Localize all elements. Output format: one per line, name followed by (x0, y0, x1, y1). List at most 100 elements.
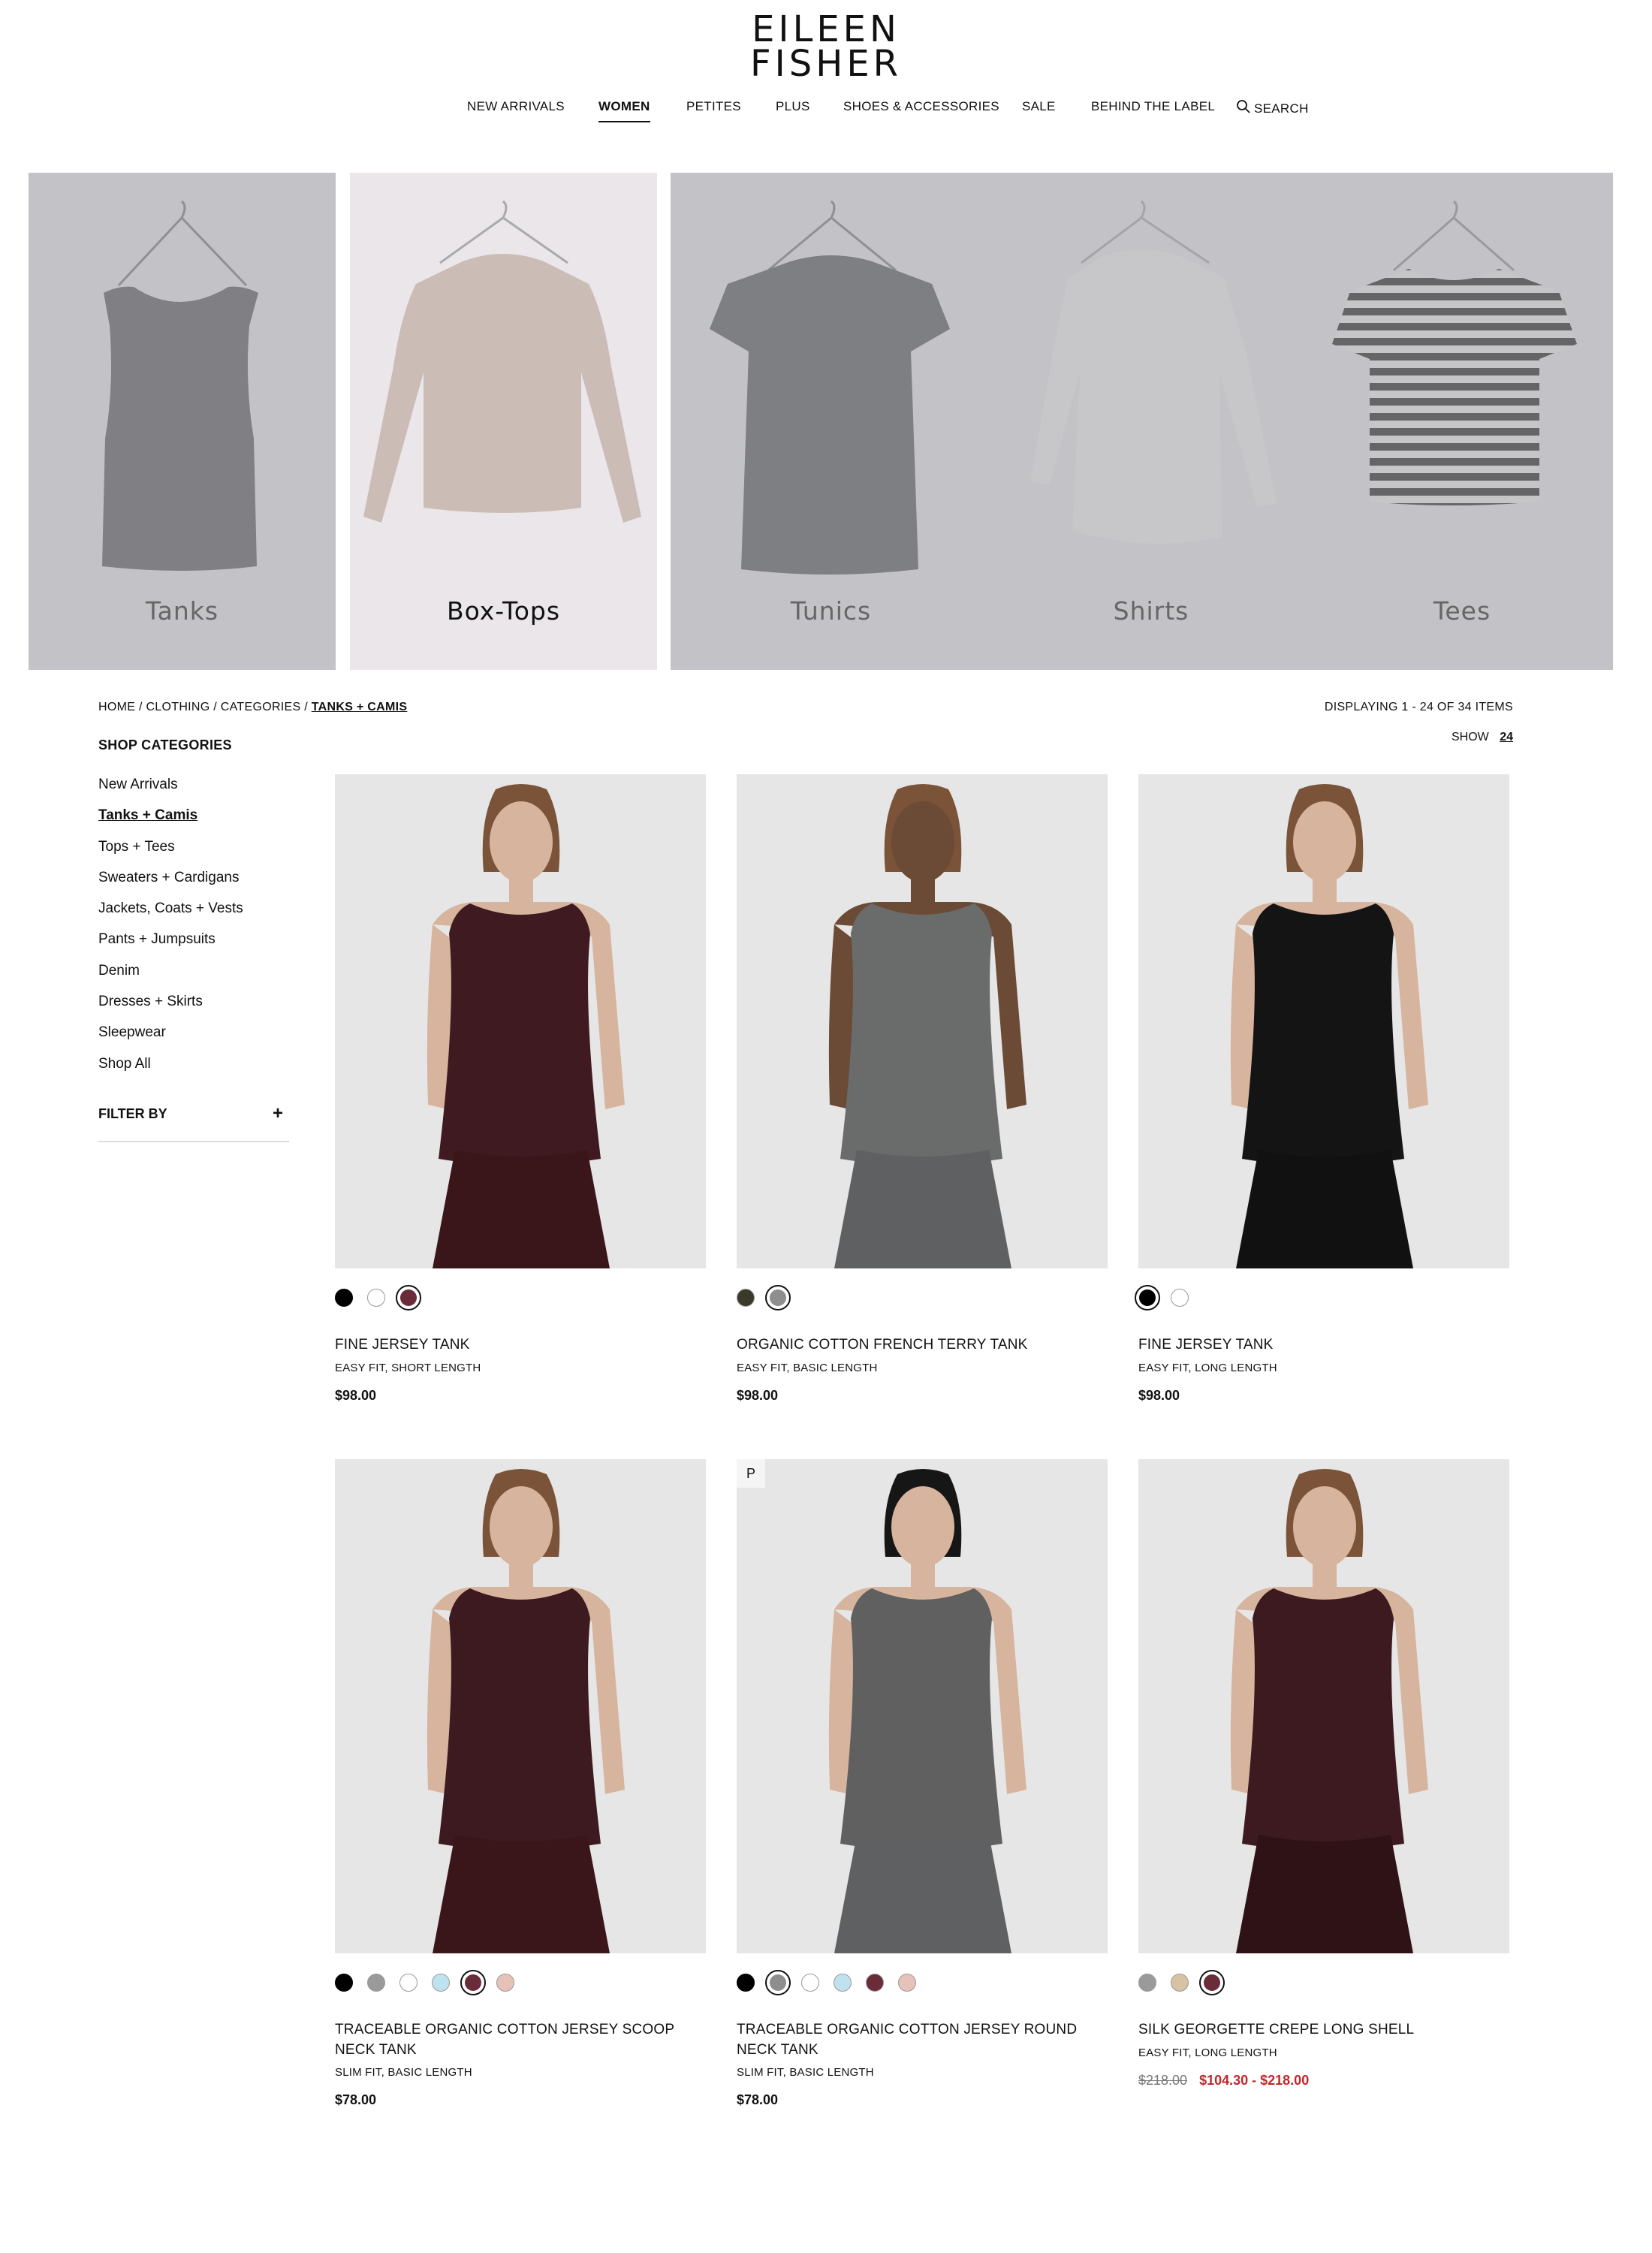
color-swatch[interactable] (335, 1974, 353, 1992)
color-swatch[interactable] (367, 1289, 385, 1307)
petite-badge: P (737, 1459, 765, 1488)
brand-logo-line-2: FISHER (749, 43, 902, 85)
color-swatch[interactable] (737, 1974, 755, 1992)
color-swatch[interactable] (765, 1285, 791, 1310)
product-card[interactable]: FINE JERSEY TANK EASY FIT, LONG LENGTH $98… (1135, 774, 1509, 1403)
color-swatch[interactable] (496, 1974, 514, 1992)
show-per-page: SHOW 24 (1452, 731, 1513, 744)
hero-tile-shirts[interactable]: Shirts (991, 173, 1311, 670)
color-swatch[interactable] (765, 1970, 791, 1995)
brand-logo[interactable]: EILEEN FISHER (0, 11, 1652, 85)
filter-by-label: FILTER BY (98, 1106, 167, 1121)
nav-behind-the-label[interactable]: BEHIND THE LABEL (1091, 99, 1215, 114)
product-fit: EASY FIT, SHORT LENGTH (335, 1362, 481, 1374)
product-price: $78.00 (335, 2092, 377, 2107)
product-image[interactable] (1138, 1459, 1509, 1953)
breadcrumb-separator: / (138, 701, 143, 713)
color-swatch[interactable] (1135, 1285, 1160, 1310)
product-card[interactable]: ORGANIC COTTON FRENCH TERRY TANK EASY FIT… (737, 774, 1108, 1403)
product-fit: EASY FIT, BASIC LENGTH (737, 1362, 878, 1374)
product-name[interactable]: TRACEABLE ORGANIC COTTON JERSEY ROUND NE… (737, 2019, 1108, 2060)
category-sleepwear[interactable]: Sleepwear (98, 1024, 243, 1054)
color-swatch[interactable] (367, 1974, 385, 1992)
category-denim[interactable]: Denim (98, 962, 243, 993)
product-image[interactable] (335, 1459, 706, 1953)
color-swatch[interactable] (1199, 1970, 1225, 1995)
category-tanks-camis[interactable]: Tanks + Camis (98, 807, 243, 837)
category-jackets-coats-vests[interactable]: Jackets, Coats + Vests (98, 900, 243, 930)
color-swatch[interactable] (1138, 1974, 1156, 1992)
color-swatch[interactable] (834, 1974, 852, 1992)
product-price: $218.00 $104.30 - $218.00 (1138, 2073, 1309, 2089)
nav-new-arrivals[interactable]: NEW ARRIVALS (467, 99, 565, 114)
product-card[interactable]: TRACEABLE ORGANIC COTTON JERSEY SCOOP NE… (335, 1459, 706, 2107)
color-swatch[interactable] (898, 1974, 916, 1992)
nav-women[interactable]: WOMEN (598, 99, 650, 122)
show-per-page-select[interactable]: 24 (1500, 731, 1513, 743)
hero-tile-label: Shirts (1113, 596, 1189, 626)
hero-tile-label: Tees (1433, 596, 1491, 626)
shop-categories-heading: SHOP CATEGORIES (98, 737, 232, 753)
color-swatch[interactable] (399, 1974, 418, 1992)
nav-search[interactable]: SEARCH (1236, 99, 1309, 118)
filter-by-toggle[interactable]: FILTER BY + (98, 1103, 289, 1142)
hero-tile-tees[interactable]: Tees (1311, 173, 1613, 670)
original-price: $218.00 (1138, 2073, 1188, 2088)
category-hero-strip: Tanks Box-Tops Tunics Shirts Tees (29, 173, 1613, 670)
product-card[interactable]: P TRACEABLE ORGANIC COTTON JERSEY ROUND N… (737, 1459, 1108, 2107)
sale-price: $104.30 - $218.00 (1199, 2073, 1310, 2088)
category-new-arrivals[interactable]: New Arrivals (98, 776, 243, 807)
category-pants-jumpsuits[interactable]: Pants + Jumpsuits (98, 930, 243, 961)
show-label: SHOW (1451, 731, 1489, 743)
breadcrumb-clothing[interactable]: CLOTHING (146, 701, 210, 713)
display-count: DISPLAYING 1 - 24 OF 34 ITEMS (1324, 701, 1513, 713)
product-name[interactable]: SILK GEORGETTE CREPE LONG SHELL (1138, 2019, 1509, 2040)
product-price: $98.00 (737, 1388, 779, 1403)
product-name[interactable]: TRACEABLE ORGANIC COTTON JERSEY SCOOP NE… (335, 2019, 706, 2060)
color-swatch[interactable] (432, 1974, 450, 1992)
category-dresses-skirts[interactable]: Dresses + Skirts (98, 993, 243, 1024)
color-swatch[interactable] (396, 1285, 421, 1310)
breadcrumb-categories[interactable]: CATEGORIES (221, 701, 301, 713)
breadcrumb-home[interactable]: HOME (98, 701, 135, 713)
main-nav: NEW ARRIVALS WOMEN PETITES PLUS SHOES & … (0, 99, 1652, 129)
hero-tile-label: Tanks (145, 596, 219, 626)
nav-plus[interactable]: PLUS (776, 99, 810, 114)
hero-tile-label: Tunics (790, 596, 872, 626)
nav-shoes-accessories[interactable]: SHOES & ACCESSORIES (843, 99, 999, 114)
product-image[interactable] (335, 774, 706, 1268)
product-name[interactable]: ORGANIC COTTON FRENCH TERRY TANK (737, 1335, 1108, 1355)
hero-tile-box-tops[interactable]: Box-Tops (350, 173, 657, 670)
color-swatch[interactable] (335, 1289, 353, 1307)
color-swatch[interactable] (737, 1289, 755, 1307)
hero-tile-tanks[interactable]: Tanks (29, 173, 336, 670)
color-swatch[interactable] (866, 1974, 884, 1992)
product-name[interactable]: FINE JERSEY TANK (1138, 1335, 1509, 1355)
product-price: $78.00 (737, 2092, 779, 2107)
category-list: New Arrivals Tanks + Camis Tops + Tees S… (98, 776, 243, 1086)
plus-icon: + (272, 1103, 283, 1123)
product-fit: SLIM FIT, BASIC LENGTH (737, 2066, 874, 2079)
nav-search-label: SEARCH (1254, 101, 1309, 116)
product-price: $98.00 (1138, 1388, 1180, 1403)
nav-sale[interactable]: SALE (1022, 99, 1056, 114)
hero-tile-tunics[interactable]: Tunics (671, 173, 991, 670)
search-icon (1236, 99, 1251, 118)
color-swatch[interactable] (460, 1970, 486, 1995)
product-card[interactable]: SILK GEORGETTE CREPE LONG SHELL EASY FIT,… (1138, 1459, 1509, 2088)
color-swatch[interactable] (801, 1974, 819, 1992)
product-image[interactable] (1138, 774, 1509, 1268)
product-name[interactable]: FINE JERSEY TANK (335, 1335, 706, 1355)
product-image[interactable]: P (737, 1459, 1108, 1953)
color-swatch[interactable] (1171, 1289, 1189, 1307)
category-shop-all[interactable]: Shop All (98, 1055, 243, 1086)
breadcrumb: HOME / CLOTHING / CATEGORIES / TANKS + C… (98, 701, 407, 714)
breadcrumb-current[interactable]: TANKS + CAMIS (312, 701, 408, 713)
category-sweaters-cardigans[interactable]: Sweaters + Cardigans (98, 869, 243, 900)
product-price: $98.00 (335, 1388, 377, 1403)
category-tops-tees[interactable]: Tops + Tees (98, 838, 243, 869)
product-card[interactable]: FINE JERSEY TANK EASY FIT, SHORT LENGTH $9… (335, 774, 706, 1403)
color-swatch[interactable] (1171, 1974, 1189, 1992)
product-image[interactable] (737, 774, 1108, 1268)
nav-petites[interactable]: PETITES (686, 99, 741, 114)
